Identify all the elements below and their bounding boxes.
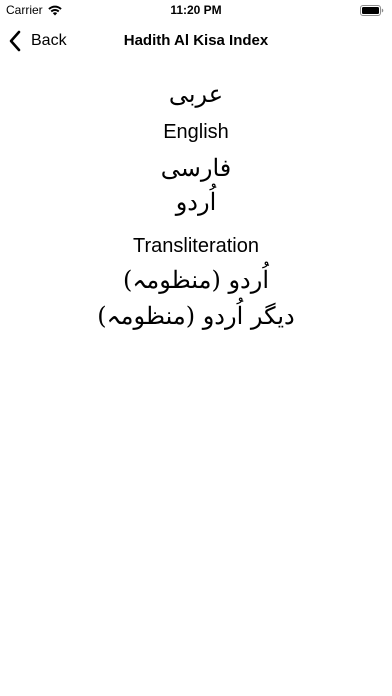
navigation-bar: Back Hadith Al Kisa Index [0, 22, 392, 62]
menu-item-urdu[interactable]: اُردو [176, 188, 217, 224]
menu-item-english[interactable]: English [163, 116, 229, 148]
index-menu: عربی English فارسی اُردو Transliteration… [0, 70, 392, 338]
menu-item-farsi[interactable]: فارسی [161, 148, 232, 188]
battery-icon [360, 5, 384, 16]
menu-item-transliteration[interactable]: Transliteration [133, 224, 259, 264]
status-bar: Carrier 11:20 PM [0, 0, 392, 22]
page-title: Hadith Al Kisa Index [123, 32, 269, 49]
menu-item-urdu-poetic[interactable]: اُردو (منظومہ) [123, 264, 269, 302]
menu-item-arabic[interactable]: عربی [169, 78, 223, 116]
status-time: 11:20 PM [170, 3, 222, 17]
menu-item-other-urdu-poetic[interactable]: دیگر اُردو (منظومہ) [97, 302, 294, 338]
